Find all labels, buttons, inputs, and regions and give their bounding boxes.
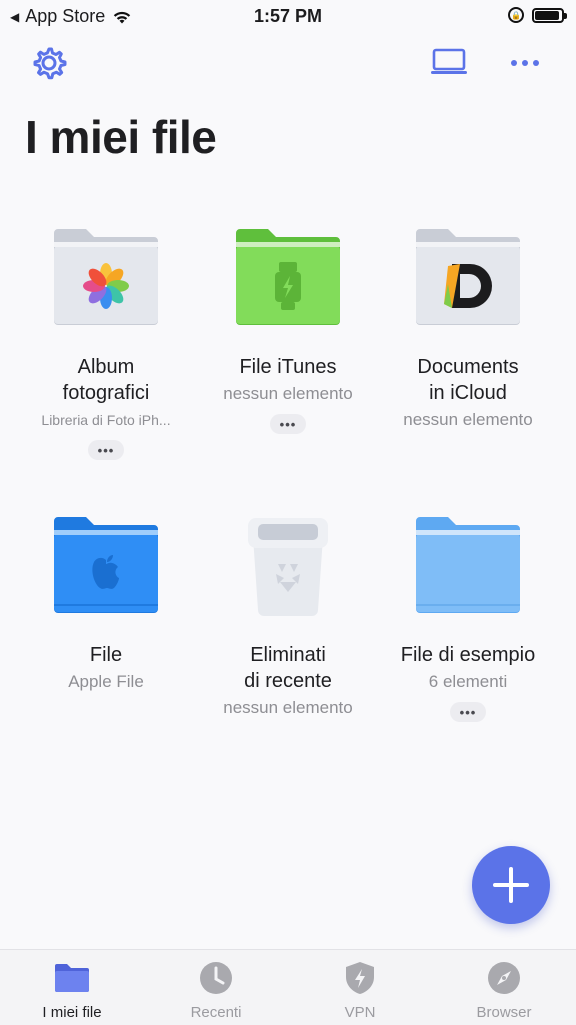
- battery-icon: [532, 7, 567, 23]
- folder-file-itunes[interactable]: File iTunes nessun elemento •••: [198, 224, 378, 434]
- tab-vpn[interactable]: VPN: [288, 950, 432, 1025]
- trash-bin-icon: [228, 512, 348, 622]
- tab-label: VPN: [344, 1004, 376, 1021]
- clock: 1:57 PM: [253, 6, 323, 26]
- folder-more-button[interactable]: •••: [88, 440, 124, 460]
- folder-file-di-esempio[interactable]: File di esempio 6 elementi •••: [378, 512, 558, 722]
- page-title: I miei file: [25, 111, 217, 163]
- itunes-folder-icon: [228, 224, 348, 334]
- gear-icon: [33, 47, 67, 80]
- folder-album-fotografici[interactable]: Album fotografici Libreria di Foto iPh..…: [16, 224, 196, 460]
- tab-browser[interactable]: Browser: [432, 950, 576, 1025]
- photos-folder-icon: [46, 224, 166, 334]
- folder-more-button[interactable]: •••: [270, 414, 306, 434]
- folder-name-line1: File di esempio: [400, 644, 536, 666]
- folder-icon: [408, 512, 528, 622]
- documents-folder-icon: [408, 224, 528, 334]
- folder-name-line1: Eliminati: [250, 644, 326, 666]
- apple-folder-icon: [46, 512, 166, 622]
- folder-name-line1: File iTunes: [239, 356, 337, 378]
- folder-icon: [55, 964, 89, 992]
- tab-label: I miei file: [42, 1004, 102, 1021]
- folder-name-line2: in iCloud: [429, 382, 507, 404]
- folder-name-line1: Documents: [417, 356, 519, 378]
- folder-name-line1: File: [89, 644, 123, 666]
- folder-name-line2: fotografici: [62, 382, 150, 404]
- folder-subtitle: Libreria di Foto iPh...: [41, 412, 171, 428]
- folder-subtitle: 6 elementi: [428, 672, 508, 691]
- status-bar: ◀ App Store 1:57 PM 🔒: [0, 0, 576, 34]
- plus-icon: [493, 867, 529, 903]
- shield-icon: [346, 962, 374, 994]
- folder-apple-file[interactable]: File Apple File: [16, 512, 196, 694]
- clock-icon: [200, 962, 232, 994]
- tab-bar: I miei file Recenti VPN Browser: [0, 949, 576, 1025]
- tab-recenti[interactable]: Recenti: [144, 950, 288, 1025]
- tab-i-miei-file[interactable]: I miei file: [0, 950, 144, 1025]
- compass-icon: [488, 962, 520, 994]
- more-options-button[interactable]: [510, 50, 540, 76]
- laptop-icon: [431, 48, 467, 74]
- add-button[interactable]: [472, 846, 550, 924]
- tab-label: Recenti: [190, 1004, 242, 1021]
- settings-button[interactable]: [30, 44, 68, 82]
- folder-subtitle: nessun elemento: [403, 410, 533, 429]
- folder-subtitle: nessun elemento: [223, 384, 353, 403]
- folder-recently-deleted[interactable]: Eliminati di recente nessun elemento: [198, 512, 378, 720]
- folder-documents-icloud[interactable]: Documents in iCloud nessun elemento: [378, 224, 558, 432]
- orientation-lock-icon: 🔒: [508, 7, 524, 23]
- folder-name-line2: di recente: [244, 670, 332, 692]
- folder-subtitle: nessun elemento: [223, 698, 353, 717]
- device-button[interactable]: [430, 44, 468, 78]
- folder-more-button[interactable]: •••: [450, 702, 486, 722]
- folder-subtitle: Apple File: [68, 672, 144, 691]
- tab-label: Browser: [476, 1004, 532, 1021]
- ellipsis-icon: [511, 60, 539, 66]
- folder-name-line1: Album: [77, 356, 135, 378]
